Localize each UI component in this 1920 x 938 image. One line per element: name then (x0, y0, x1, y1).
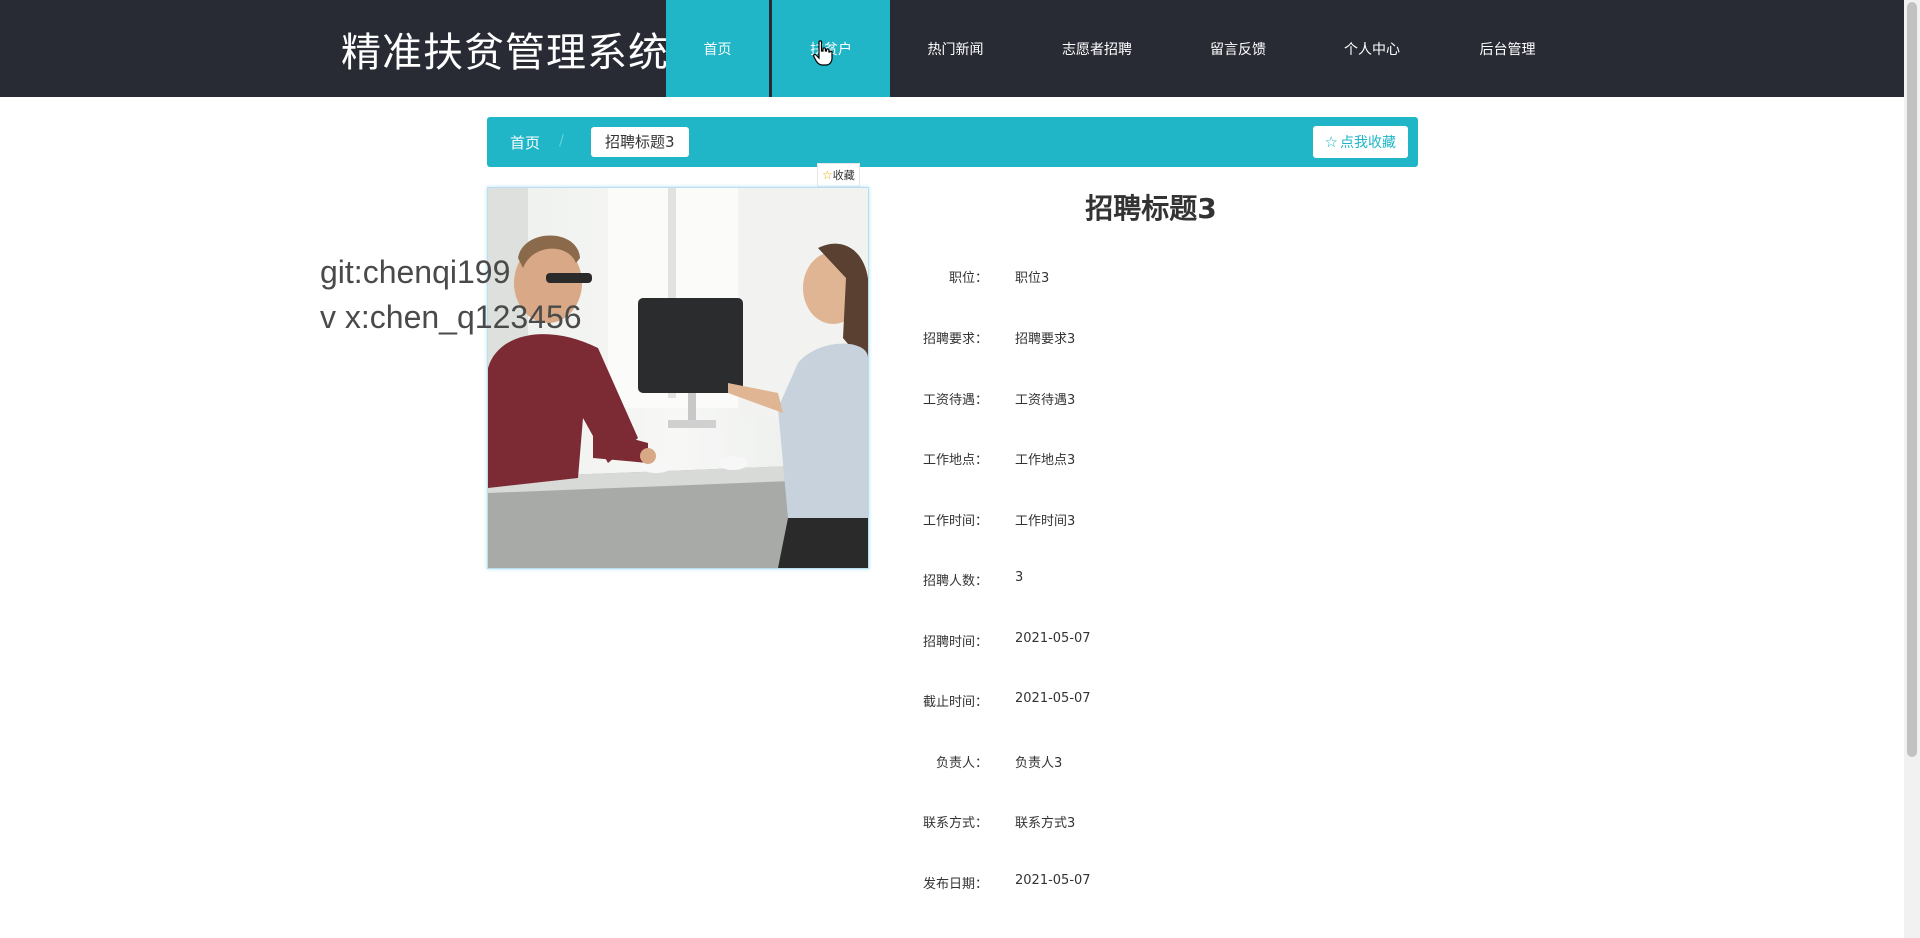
nav-item-admin[interactable]: 后台管理 (1441, 0, 1574, 97)
nav-item-hot-news[interactable]: 热门新闻 (890, 0, 1021, 97)
field-value-contact-person: 负责人3 (1015, 756, 1063, 771)
field-value-contact-info: 联系方式3 (1015, 816, 1076, 831)
favorite-button[interactable]: ☆ 点我收藏 (1312, 126, 1408, 158)
field-label-publish-date: 发布日期： (922, 877, 988, 892)
field-label-recruit-date: 招聘时间： (922, 635, 988, 650)
field-value-salary: 工资待遇3 (1015, 393, 1076, 408)
scrollbar-thumb[interactable] (1907, 2, 1917, 757)
field-value-headcount: 3 (1015, 570, 1024, 585)
field-value-position: 职位3 (1015, 271, 1050, 286)
field-label-work-hours: 工作时间： (922, 514, 988, 529)
breadcrumb-current: 招聘标题3 (591, 127, 689, 157)
star-outline-icon: ☆ (822, 168, 833, 182)
field-label-requirements: 招聘要求： (922, 332, 988, 347)
detail-title: 招聘标题3 (1085, 192, 1217, 225)
nav-item-home[interactable]: 首页 (666, 0, 769, 97)
field-row: 发布日期： 2021-05-07 (900, 873, 1500, 893)
field-value-location: 工作地点3 (1015, 453, 1076, 468)
field-row: 工资待遇： 工资待遇3 (900, 389, 1500, 409)
field-row: 工作时间： 工作时间3 (900, 510, 1500, 530)
office-meeting-image (488, 188, 868, 568)
field-row: 工作地点： 工作地点3 (900, 449, 1500, 469)
breadcrumb-home-link[interactable]: 首页 (510, 132, 540, 153)
field-value-recruit-date: 2021-05-07 (1015, 631, 1091, 646)
nav-item-personal-center[interactable]: 个人中心 (1303, 0, 1441, 97)
field-row: 负责人： 负责人3 (900, 752, 1500, 772)
field-label-headcount: 招聘人数： (922, 574, 988, 589)
watermark-text: git:chenqi199 v x:chen_q123456 (320, 254, 582, 335)
nav-item-volunteer-recruit[interactable]: 志愿者招聘 (1021, 0, 1173, 97)
field-row: 招聘人数： 3 (900, 570, 1500, 590)
field-label-contact-info: 联系方式： (922, 816, 988, 831)
nav-item-feedback[interactable]: 留言反馈 (1173, 0, 1303, 97)
recruitment-photo (487, 187, 869, 569)
field-value-requirements: 招聘要求3 (1015, 332, 1076, 347)
field-row: 截止时间： 2021-05-07 (900, 691, 1500, 711)
main-nav: 首页 扶贫户 热门新闻 志愿者招聘 留言反馈 个人中心 后台管理 (666, 0, 1574, 97)
breadcrumb-separator: / (559, 131, 565, 149)
field-label-contact-person: 负责人： (935, 756, 988, 771)
site-title: 精准扶贫管理系统 (341, 30, 669, 76)
breadcrumb-bar: 首页 / 招聘标题3 ☆ 点我收藏 (487, 117, 1418, 167)
pointer-hand-icon (813, 40, 833, 66)
favorite-button-label: 点我收藏 (1340, 135, 1396, 151)
field-row: 职位： 职位3 (900, 267, 1500, 287)
top-navbar: 精准扶贫管理系统 首页 扶贫户 热门新闻 志愿者招聘 留言反馈 个人中心 后台管… (0, 0, 1904, 97)
field-value-deadline: 2021-05-07 (1015, 691, 1091, 706)
field-row: 招聘要求： 招聘要求3 (900, 328, 1500, 348)
star-outline-icon: ☆ (1324, 133, 1338, 151)
field-value-publish-date: 2021-05-07 (1015, 873, 1091, 888)
field-label-location: 工作地点： (922, 453, 988, 468)
favorite-tag-label: 收藏 (832, 169, 855, 182)
favorite-tag[interactable]: ☆收藏 (817, 163, 860, 187)
field-label-position: 职位： (948, 271, 988, 286)
page-scrollbar[interactable] (1904, 0, 1920, 938)
field-label-deadline: 截止时间： (922, 695, 988, 710)
field-label-salary: 工资待遇： (922, 393, 988, 408)
field-row: 联系方式： 联系方式3 (900, 812, 1500, 832)
field-row: 招聘时间： 2021-05-07 (900, 631, 1500, 651)
field-value-work-hours: 工作时间3 (1015, 514, 1076, 529)
